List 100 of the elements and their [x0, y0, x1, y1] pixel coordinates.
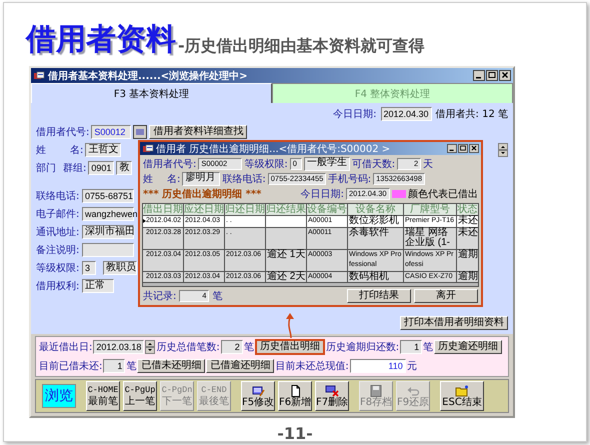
field-label: 最近借出日:: [39, 340, 92, 354]
column-header: 厂牌型号: [404, 204, 456, 215]
delete-button[interactable]: F7删除: [315, 381, 349, 411]
table-cell: 瑞星 网络企业版 (1-: [404, 228, 456, 248]
field-label: 部门: [36, 162, 56, 175]
table-cell: 未还: [457, 216, 478, 226]
exit-button[interactable]: ESC结束: [440, 381, 484, 411]
minimize-button[interactable]: [447, 144, 457, 153]
level-name-field[interactable]: 一般学生: [304, 157, 350, 171]
spinner-control[interactable]: [498, 143, 508, 157]
field-label: 借用权利:: [36, 280, 80, 293]
code-field[interactable]: S00012: [91, 125, 132, 139]
field-label: 备注说明:: [36, 244, 80, 257]
detail-button[interactable]: 历史逾还明细: [434, 340, 502, 354]
new-button[interactable]: F6新增: [278, 381, 312, 411]
row-pointer-icon: [143, 219, 146, 223]
close-button[interactable]: [469, 144, 479, 153]
search-button[interactable]: 借用者资料详细查找: [149, 125, 248, 139]
count-field[interactable]: 2: [220, 340, 243, 354]
detail-button[interactable]: 已借未还明细: [137, 359, 206, 373]
detail-button[interactable]: 已借逾还明细: [206, 359, 274, 373]
field-label: 共记录:: [143, 290, 176, 303]
dialog-button[interactable]: 打印结果: [347, 289, 411, 303]
unit-label: 笔: [212, 290, 222, 303]
maximize-button[interactable]: [486, 70, 498, 81]
name-field[interactable]: 王哲文: [85, 143, 122, 157]
detail-button[interactable]: 历史借出明细: [254, 339, 325, 355]
amount-field[interactable]: 110: [350, 359, 406, 373]
app-icon: [33, 70, 45, 80]
field-label: 电子邮件:: [36, 208, 80, 221]
table-cell: 逾还 1天: [266, 250, 306, 270]
group-field[interactable]: 0901: [88, 161, 114, 175]
field-label: 联络电话:: [36, 190, 80, 203]
window-title: 借用者基本资料处理......<浏览操作处理中>: [48, 70, 249, 82]
unit-label: 天: [423, 158, 434, 171]
field-label: 名:: [167, 173, 180, 186]
text-field[interactable]: 0755-68751: [82, 189, 134, 203]
tab[interactable]: F3 基本资料处理: [31, 83, 272, 103]
record-nav-button[interactable]: C-PgUp 上一笔: [123, 381, 157, 411]
field-label: 等级权限:: [36, 262, 80, 275]
column-header: 归还日期: [225, 204, 265, 215]
page-number: -11-: [276, 424, 314, 443]
print-button[interactable]: 打印本借用者明细资料: [400, 316, 508, 330]
count-field[interactable]: 1: [103, 359, 126, 373]
count-field[interactable]: 1: [400, 340, 422, 354]
table-cell: 逾还 2天: [266, 272, 306, 282]
name-field[interactable]: 廖明月: [182, 172, 220, 186]
column-header: 应还日期: [184, 204, 224, 215]
table-cell: [266, 228, 306, 248]
lookup-button[interactable]: [133, 125, 148, 139]
field-label: 历史逾期归还数:: [326, 340, 400, 354]
table-cell: 未还: [457, 228, 478, 248]
borrower-count: 借用者共: 12 笔: [436, 108, 508, 121]
section-title: *** 历史借出逾期明细 ***: [143, 188, 262, 201]
column-header: 借出日期: [143, 204, 183, 215]
field-label: 姓: [143, 173, 153, 186]
field-label: 历史总借笔数:: [156, 340, 220, 354]
app-icon: [142, 144, 154, 154]
date-field[interactable]: 2012.03.18: [93, 340, 144, 354]
table-cell: 杀毒软件: [348, 228, 403, 248]
dialog-button[interactable]: 离开: [414, 289, 478, 303]
unit-label: 笔: [244, 341, 254, 354]
spinner-control[interactable]: [145, 340, 156, 354]
date-field[interactable]: 2012.04.30: [380, 107, 432, 121]
slide-title: 借用者资料: [26, 23, 176, 57]
table-cell: 数位彩影机: [348, 216, 403, 226]
edit-icon: [251, 384, 265, 396]
field-label: 联络电话:: [222, 172, 266, 186]
column-header: 设备编号: [307, 204, 347, 215]
rights-field[interactable]: 正常: [82, 279, 114, 293]
table-cell: 逾期: [457, 272, 478, 282]
unit-label: 笔: [126, 360, 136, 373]
close-button[interactable]: [499, 70, 511, 81]
unit-label: 笔: [423, 341, 434, 354]
edit-button[interactable]: F5修改: [241, 381, 275, 411]
legend-label: 颜色代表已借出: [408, 188, 478, 201]
field-label: 目前已借未还:: [39, 360, 102, 373]
level-field[interactable]: 3: [82, 261, 96, 275]
delete-icon: [325, 384, 339, 396]
record-nav-button[interactable]: C-HOME 最前笔: [86, 381, 120, 411]
field-label: 借用者代号:: [36, 126, 90, 139]
table-cell: [266, 216, 306, 226]
legend-swatch: [392, 190, 406, 198]
field-label: 今日日期:: [333, 108, 376, 121]
field-label: 等级权限:: [244, 158, 288, 171]
table-cell: 逾期: [457, 250, 478, 270]
field-label: 今日日期:: [300, 188, 344, 201]
field-label: 借用者代号:: [143, 158, 196, 171]
field-label: 名:: [70, 144, 84, 157]
text-field[interactable]: 深圳市福田: [82, 225, 134, 239]
field-label: 通讯地址:: [36, 226, 80, 239]
minimize-button[interactable]: [473, 70, 485, 81]
text-field[interactable]: [82, 243, 134, 257]
mode-indicator: 浏览: [42, 384, 76, 408]
column-header: 归还结果: [266, 204, 306, 215]
field-label: 手机号码:: [328, 172, 372, 186]
field-label: 群组:: [63, 162, 86, 175]
group-name-field[interactable]: 教: [116, 161, 132, 175]
level-name-field[interactable]: 教职员: [103, 261, 137, 275]
maximize-button[interactable]: [458, 144, 468, 153]
